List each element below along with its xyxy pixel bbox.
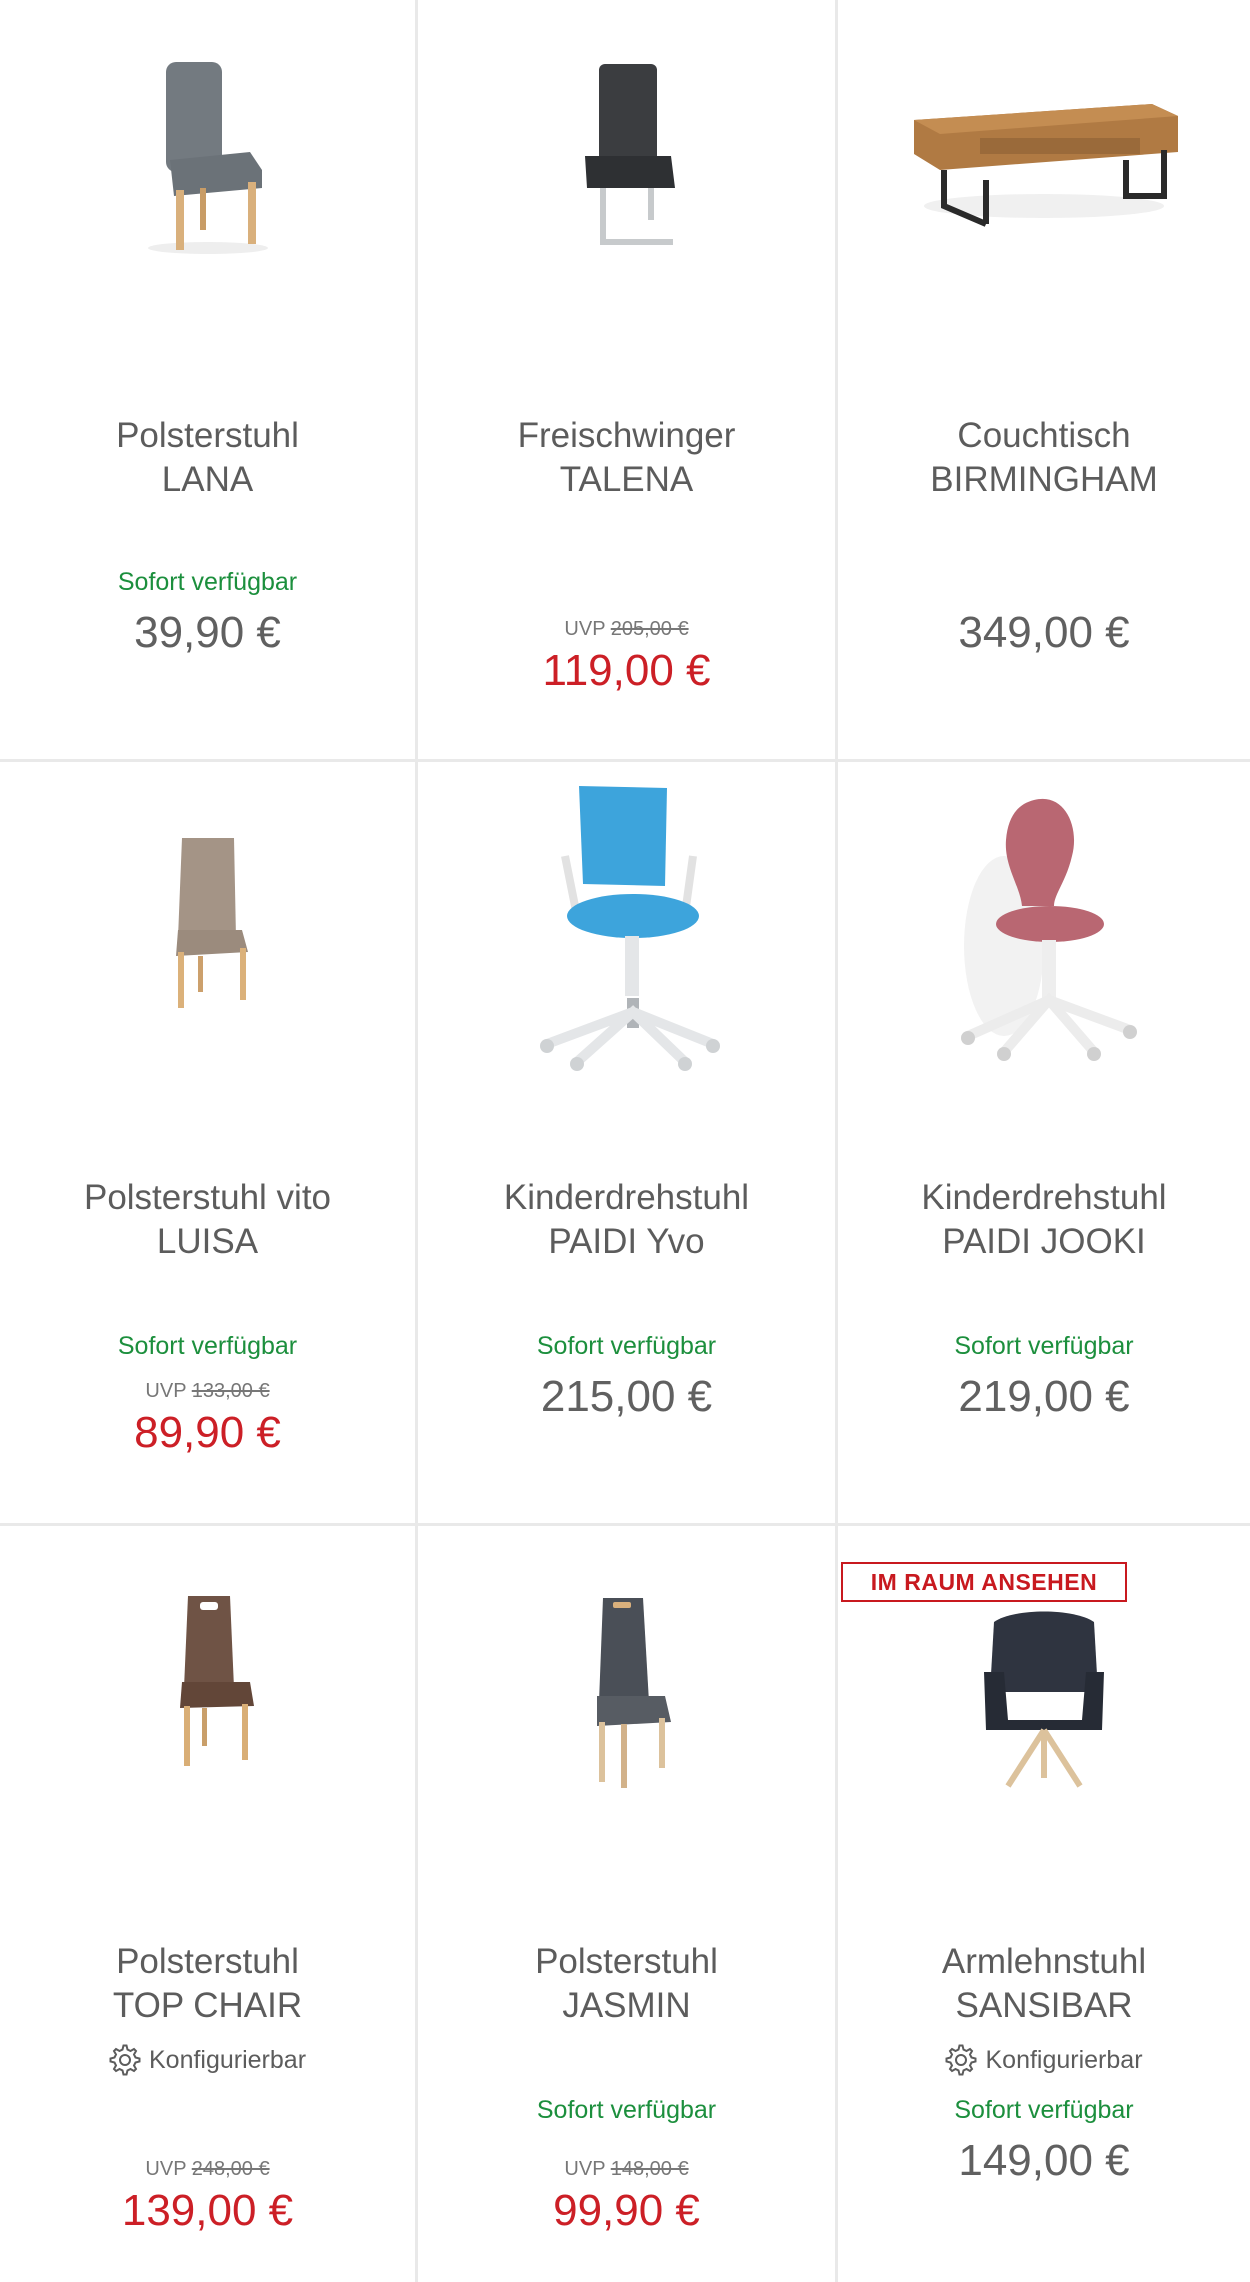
uvp-old-price: 248,00 € — [191, 2158, 270, 2180]
product-grid: Polsterstuhl LANA Sofort verfügbar 39,90… — [0, 0, 1250, 2282]
configurable-label[interactable]: Konfigurierbar — [0, 2044, 415, 2076]
price: 349,00 € — [958, 608, 1130, 657]
price: 149,00 € — [958, 2136, 1130, 2185]
coffee-table-image[interactable] — [838, 20, 1250, 320]
product-card-sansibar[interactable]: IM RAUM ANSEHEN Armlehnstuhl SANSIBAR Ko… — [838, 1526, 1250, 2282]
uvp-old-price: 205,00 € — [610, 618, 689, 640]
anthracite-chair-image[interactable] — [418, 1586, 835, 1886]
availability-label: Sofort verfügbar — [536, 1332, 717, 1360]
uvp-old-price: 148,00 € — [610, 2158, 689, 2180]
uvp-label: UVP — [564, 2158, 606, 2180]
product-card-paidi-jooki[interactable]: Kinderdrehstuhl PAIDI JOOKI Sofort verfü… — [838, 762, 1250, 1526]
product-category[interactable]: Polsterstuhl vito — [0, 1176, 415, 1220]
product-category[interactable]: Polsterstuhl — [0, 1940, 415, 1984]
gear-icon — [109, 2044, 141, 2076]
product-model[interactable]: SANSIBAR — [838, 1984, 1250, 2028]
price: 39,90 € — [134, 608, 281, 657]
configurable-text: Konfigurierbar — [148, 2045, 307, 2074]
sale-price: 139,00 € — [121, 2186, 294, 2235]
sale-price: 119,00 € — [542, 646, 711, 695]
product-category[interactable]: Polsterstuhl — [0, 414, 415, 458]
uvp-price: UVP 205,00 € — [418, 618, 835, 641]
product-model[interactable]: LANA — [0, 458, 415, 502]
product-name[interactable]: Freischwinger TALENA — [418, 414, 835, 502]
availability-label: Sofort verfügbar — [536, 2096, 717, 2124]
pink-swivel-chair-image[interactable] — [838, 786, 1250, 1086]
uvp-price: UVP 133,00 € — [0, 1380, 415, 1403]
product-category[interactable]: Couchtisch — [838, 414, 1250, 458]
availability-label: Sofort verfügbar — [954, 2096, 1134, 2124]
uvp-price: UVP 248,00 € — [0, 2158, 415, 2181]
price: 219,00 € — [958, 1372, 1130, 1421]
product-name[interactable]: Polsterstuhl JASMIN — [418, 1940, 835, 2028]
product-name[interactable]: Armlehnstuhl SANSIBAR — [838, 1940, 1250, 2028]
sale-price: 99,90 € — [553, 2186, 700, 2235]
price: 215,00 € — [540, 1372, 713, 1421]
uvp-label: UVP — [564, 618, 606, 640]
configurable-text: Konfigurierbar — [985, 2045, 1143, 2074]
availability-label: Sofort verfügbar — [117, 1332, 298, 1360]
product-category[interactable]: Kinderdrehstuhl — [418, 1176, 835, 1220]
sale-price: 89,90 € — [134, 1408, 281, 1457]
gear-icon — [945, 2044, 977, 2076]
product-category[interactable]: Polsterstuhl — [418, 1940, 835, 1984]
product-model[interactable]: JASMIN — [418, 1984, 835, 2028]
product-card-birmingham[interactable]: Couchtisch BIRMINGHAM 349,00 € — [838, 0, 1250, 762]
configurable-label[interactable]: Konfigurierbar — [838, 2044, 1250, 2076]
product-name[interactable]: Polsterstuhl vito LUISA — [0, 1176, 415, 1264]
product-model[interactable]: PAIDI Yvo — [418, 1220, 835, 1264]
product-model[interactable]: TOP CHAIR — [0, 1984, 415, 2028]
product-category[interactable]: Armlehnstuhl — [838, 1940, 1250, 1984]
product-card-jasmin[interactable]: Polsterstuhl JASMIN Sofort verfügbar UVP… — [418, 1526, 838, 2282]
uvp-old-price: 133,00 € — [191, 1380, 270, 1402]
product-category[interactable]: Kinderdrehstuhl — [838, 1176, 1250, 1220]
product-card-luisa[interactable]: Polsterstuhl vito LUISA Sofort verfügbar… — [0, 762, 418, 1526]
grey-upholstered-chair-image[interactable] — [0, 20, 415, 320]
armchair-image[interactable] — [838, 1602, 1250, 1902]
product-name[interactable]: Kinderdrehstuhl PAIDI JOOKI — [838, 1176, 1250, 1264]
product-card-paidi-yvo[interactable]: Kinderdrehstuhl PAIDI Yvo Sofort verfügb… — [418, 762, 838, 1526]
product-model[interactable]: TALENA — [418, 458, 835, 502]
beige-chair-image[interactable] — [0, 820, 415, 1120]
product-card-top-chair[interactable]: Polsterstuhl TOP CHAIR Konfigurierbar UV… — [0, 1526, 418, 2282]
product-name[interactable]: Couchtisch BIRMINGHAM — [838, 414, 1250, 502]
product-model[interactable]: BIRMINGHAM — [838, 458, 1250, 502]
view-in-room-badge[interactable]: IM RAUM ANSEHEN — [841, 1562, 1127, 1602]
uvp-label: UVP — [145, 1380, 187, 1402]
uvp-label: UVP — [145, 2158, 187, 2180]
product-name[interactable]: Kinderdrehstuhl PAIDI Yvo — [418, 1176, 835, 1264]
uvp-price: UVP 148,00 € — [418, 2158, 835, 2181]
product-model[interactable]: LUISA — [0, 1220, 415, 1264]
product-model[interactable]: PAIDI JOOKI — [838, 1220, 1250, 1264]
product-card-talena[interactable]: Freischwinger TALENA UVP 205,00 € 119,00… — [418, 0, 838, 762]
product-category[interactable]: Freischwinger — [418, 414, 835, 458]
cantilever-chair-image[interactable] — [418, 20, 835, 320]
product-card-lana[interactable]: Polsterstuhl LANA Sofort verfügbar 39,90… — [0, 0, 418, 762]
blue-swivel-chair-image[interactable] — [418, 766, 835, 1071]
product-name[interactable]: Polsterstuhl TOP CHAIR — [0, 1940, 415, 2028]
availability-label: Sofort verfügbar — [117, 568, 298, 596]
product-name[interactable]: Polsterstuhl LANA — [0, 414, 415, 502]
availability-label: Sofort verfügbar — [954, 1332, 1134, 1360]
brown-chair-image[interactable] — [0, 1584, 415, 1884]
